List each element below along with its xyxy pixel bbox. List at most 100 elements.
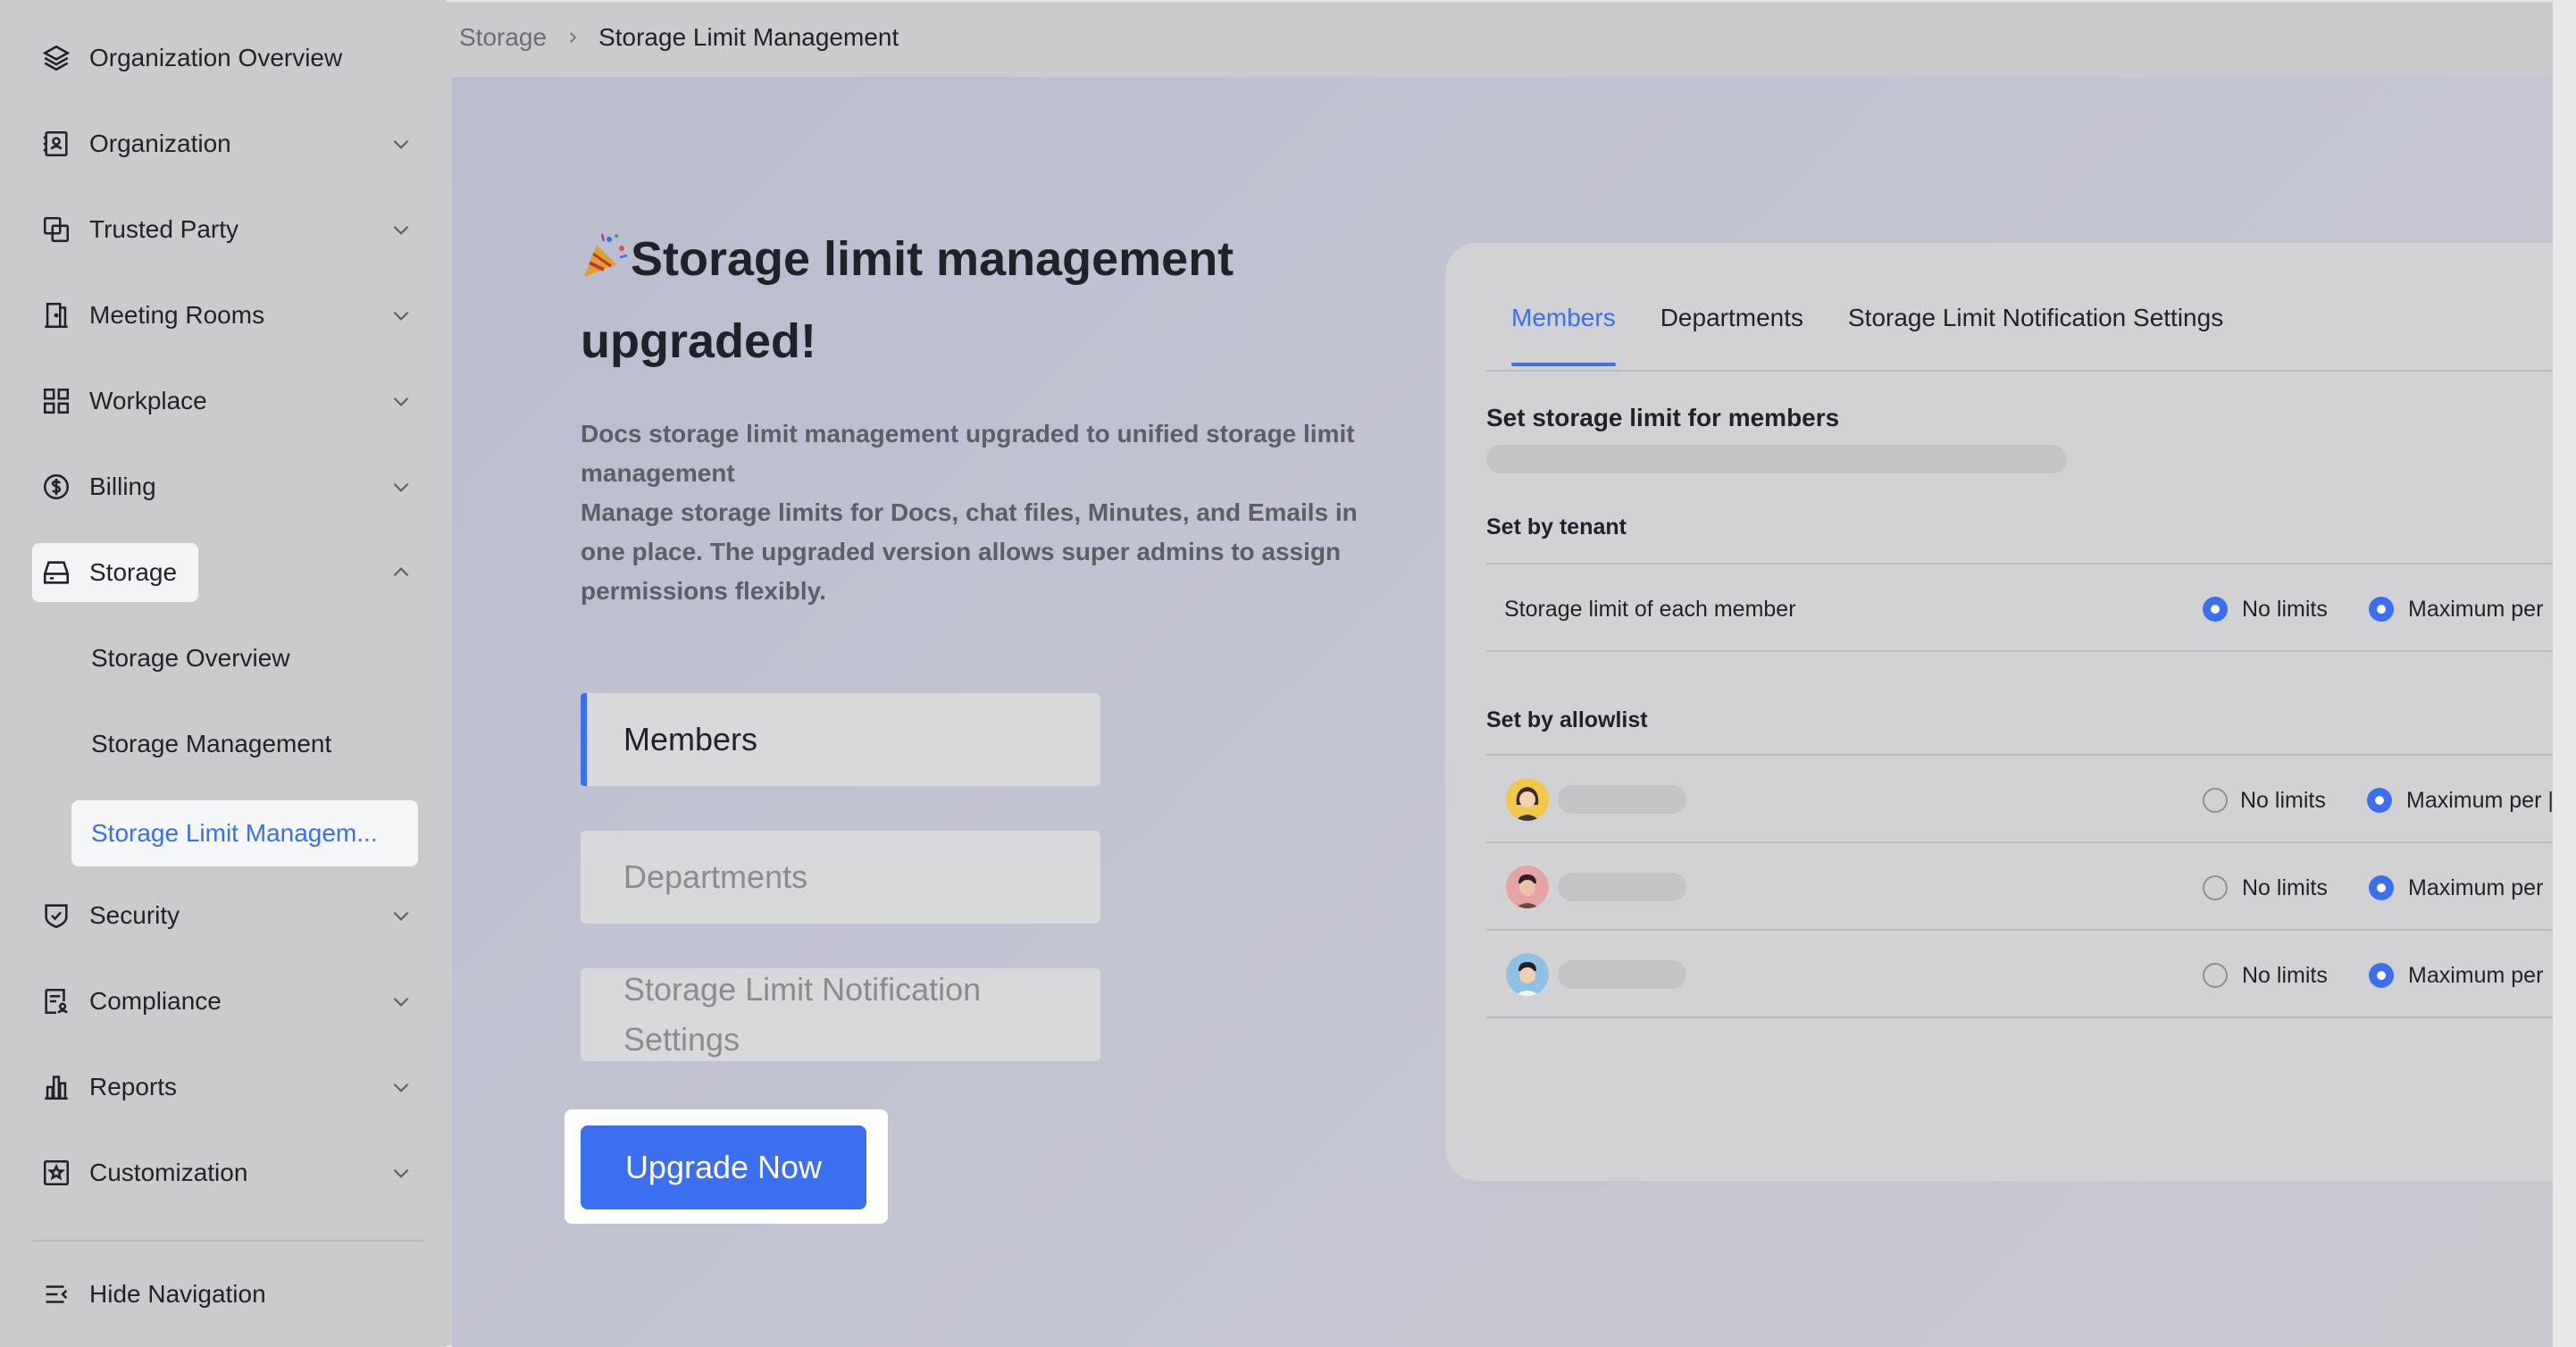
radio-label: No limits [2242, 875, 2328, 900]
chevron-down-icon[interactable] [389, 389, 413, 413]
sidebar-item-label: Meeting Rooms [89, 301, 265, 329]
sidebar-item-label: Trusted Party [89, 215, 239, 243]
promo-description: Docs storage limit management upgraded t… [581, 414, 1384, 611]
sidebar-item-billing[interactable]: Billing [32, 454, 425, 520]
sidebar-item-compliance[interactable]: Compliance [32, 968, 425, 1034]
sidebar-item-trusted-party[interactable]: Trusted Party [32, 197, 425, 263]
sidebar-item-label: Storage [89, 558, 178, 586]
sidebar-item-label: Billing [89, 473, 156, 500]
row-divider [1486, 754, 2553, 756]
promo-headline: Storage limit management upgraded! [581, 218, 1259, 382]
dollar-circle-icon [41, 472, 71, 502]
sidebar-item-customization[interactable]: Customization [32, 1140, 425, 1206]
party-popper-icon [581, 223, 631, 277]
sidebar-item-label: Organization [89, 130, 231, 157]
sidebar-item-reports[interactable]: Reports [32, 1054, 425, 1120]
desc-line: one place. The upgraded version allows s… [581, 538, 1342, 565]
row-divider [1486, 929, 2553, 931]
chevron-down-icon[interactable] [389, 904, 413, 927]
desc-line: management [581, 459, 735, 487]
skeleton-name [1558, 785, 1686, 814]
row-divider [1486, 650, 2553, 652]
chevron-down-icon[interactable] [389, 1161, 413, 1184]
chevron-down-icon[interactable] [389, 132, 413, 155]
set-by-tenant-label: Set by tenant [1486, 515, 1627, 540]
preview-tab-departments[interactable]: Departments [1660, 304, 1803, 375]
hide-navigation-button[interactable]: Hide Navigation [32, 1261, 425, 1327]
radio-label: Maximum per [2408, 875, 2544, 900]
radio-maximum-per[interactable] [2369, 875, 2394, 900]
tenant-row-label: Storage limit of each member [1504, 597, 1796, 622]
desc-line: Manage storage limits for Docs, chat fil… [581, 498, 1358, 526]
row-divider [1486, 563, 2553, 565]
radio-no-limits[interactable] [2203, 875, 2228, 900]
chevron-down-icon[interactable] [389, 475, 413, 498]
radio-no-limits[interactable] [2203, 597, 2228, 622]
avatar [1506, 866, 1549, 908]
feature-tab-label: Members [623, 721, 758, 757]
skeleton-name [1558, 960, 1686, 989]
feature-tab-members[interactable]: Members [581, 693, 1100, 786]
radio-label: No limits [2240, 788, 2326, 813]
sidebar-item-label: Security [89, 901, 180, 929]
bar-chart-icon [41, 1072, 71, 1102]
radio-label: No limits [2242, 597, 2328, 622]
chevron-right-icon [570, 32, 577, 43]
collapse-menu-icon [41, 1279, 71, 1309]
sidebar-subitem-storage-management[interactable]: Storage Management [71, 711, 418, 777]
sidebar-item-workplace[interactable]: Workplace [32, 368, 425, 434]
avatar [1506, 953, 1549, 996]
feature-tab-label-line1: Storage Limit Notification [623, 971, 982, 1008]
link-squares-icon [41, 214, 71, 245]
chevron-down-icon[interactable] [389, 218, 413, 241]
desc-line: Docs storage limit management upgraded t… [581, 420, 1355, 448]
document-person-icon [41, 986, 71, 1017]
grid-icon [41, 386, 71, 416]
breadcrumb-parent-link[interactable]: Storage [459, 23, 547, 52]
radio-no-limits[interactable] [2203, 788, 2228, 813]
door-icon [41, 300, 71, 330]
sidebar-item-meeting-rooms[interactable]: Meeting Rooms [32, 282, 425, 348]
row-divider [1486, 841, 2553, 843]
row-divider [1486, 1017, 2553, 1018]
feature-tab-notification-settings[interactable]: Storage Limit Notification Settings [581, 968, 1100, 1061]
radio-label: Maximum per [2408, 597, 2544, 622]
radio-maximum-per[interactable] [2369, 597, 2394, 622]
chevron-down-icon[interactable] [389, 990, 413, 1013]
avatar [1506, 778, 1549, 821]
chevron-down-icon[interactable] [389, 1075, 413, 1099]
feature-tab-label: Storage Limit Notification Settings [623, 965, 981, 1065]
star-frame-icon [41, 1158, 71, 1188]
sidebar-subitem-label: Storage Limit Managem... [91, 819, 378, 847]
preview-tab-notification-settings[interactable]: Storage Limit Notification Settings [1848, 304, 2223, 375]
sidebar-item-storage[interactable]: Storage [32, 540, 425, 606]
sidebar-item-label: Workplace [89, 387, 207, 414]
sidebar-divider [32, 1240, 423, 1242]
sidebar-subitem-label: Storage Overview [91, 644, 290, 672]
headline-line1: Storage limit management [631, 232, 1234, 286]
sidebar-subitem-storage-overview[interactable]: Storage Overview [71, 625, 418, 691]
radio-maximum-per[interactable] [2367, 788, 2392, 813]
radio-label: Maximum per [2408, 963, 2544, 988]
chevron-up-icon[interactable] [389, 561, 413, 584]
sidebar-item-organization-overview[interactable]: Organization Overview [32, 25, 425, 91]
feature-tab-departments[interactable]: Departments [581, 831, 1100, 924]
contact-book-icon [41, 129, 71, 159]
breadcrumb: Storage Storage Limit Management [459, 21, 899, 54]
upgrade-now-button[interactable]: Upgrade Now [581, 1125, 866, 1209]
skeleton-name [1558, 873, 1686, 901]
layers-icon [41, 43, 71, 73]
chevron-down-icon[interactable] [389, 304, 413, 327]
shield-check-icon [41, 900, 71, 931]
feature-tab-label-line2: Settings [623, 1021, 740, 1058]
sidebar-subitem-storage-limit-management[interactable]: Storage Limit Managem... [71, 800, 418, 866]
sidebar-item-organization[interactable]: Organization [32, 111, 425, 177]
preview-tabs: Members Departments Storage Limit Notifi… [1511, 304, 2268, 375]
headline-line2: upgraded! [581, 314, 816, 368]
desc-line: permissions flexibly. [581, 577, 826, 605]
preview-tab-members[interactable]: Members [1511, 304, 1616, 375]
sidebar-item-security[interactable]: Security [32, 883, 425, 949]
radio-maximum-per[interactable] [2369, 963, 2394, 988]
radio-label: Maximum per | [2406, 788, 2554, 813]
radio-no-limits[interactable] [2203, 963, 2228, 988]
